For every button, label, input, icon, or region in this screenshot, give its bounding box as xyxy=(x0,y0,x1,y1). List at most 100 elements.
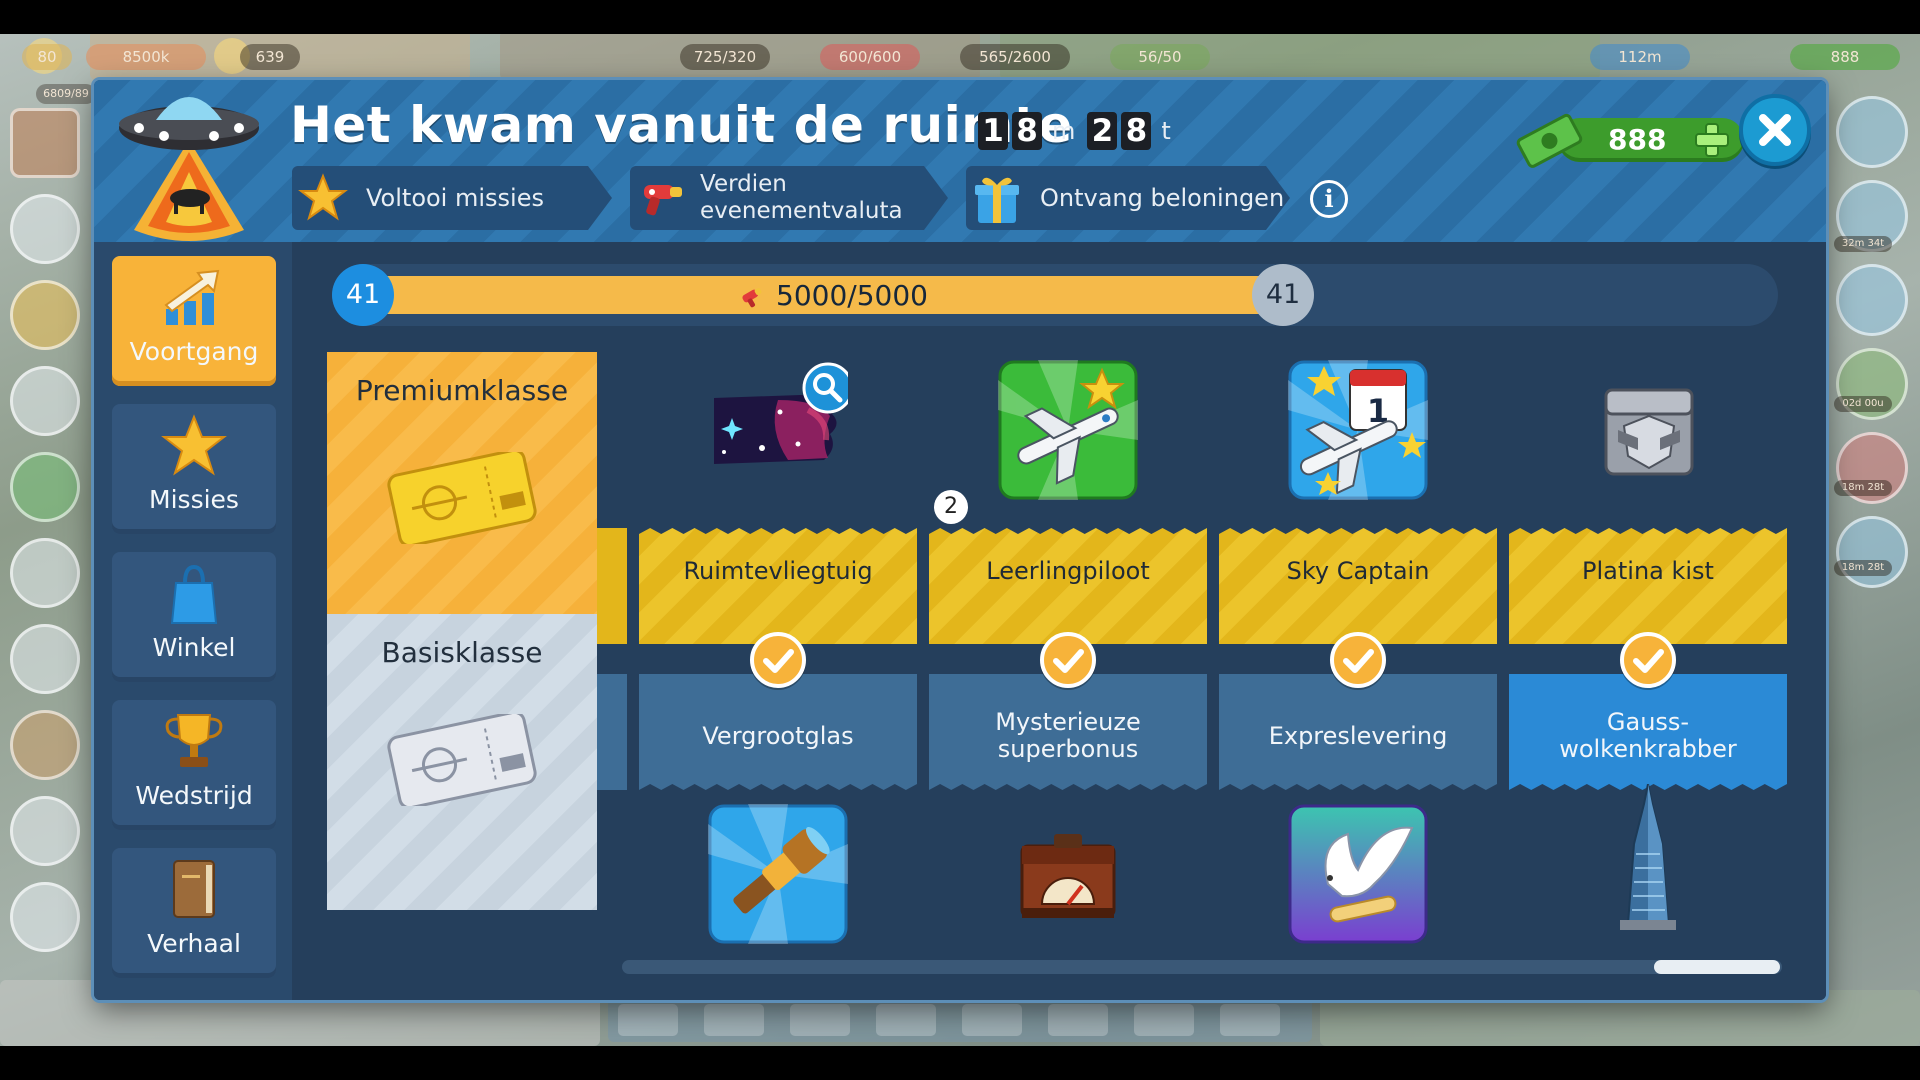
premium-reward-label: Ruimtevliegtuig xyxy=(683,557,873,585)
tab-missions-label: Missies xyxy=(149,485,239,514)
premium-reward-card[interactable]: Ruimtevliegtuig xyxy=(639,528,917,644)
box-icon[interactable] xyxy=(876,1004,936,1036)
spyglass-icon[interactable] xyxy=(708,804,848,944)
right-hud: 32m 34t 02d 00u 18m 28t 18m 28t xyxy=(1830,84,1920,944)
plane-icon[interactable] xyxy=(618,1004,678,1036)
gold-medal-icon[interactable] xyxy=(10,280,80,350)
complete-missions-button[interactable]: Voltooi missies xyxy=(292,166,612,230)
get-rewards-button[interactable]: Ontvang beloningen xyxy=(966,166,1290,230)
skyscraper-icon[interactable] xyxy=(1578,784,1718,944)
cart-icon[interactable] xyxy=(790,1004,850,1036)
resource-2-value: 600/600 xyxy=(820,44,920,70)
settings-icon[interactable] xyxy=(1220,1004,1280,1036)
complete-missions-label: Voltooi missies xyxy=(366,184,544,212)
progress-arrow-icon xyxy=(164,269,220,325)
dove-icon[interactable] xyxy=(1288,804,1428,944)
resource-3-value: 565/2600 xyxy=(960,44,1070,70)
people-icon[interactable] xyxy=(1134,1004,1194,1036)
leaf-icon[interactable] xyxy=(10,452,80,522)
plane-calendar-icon[interactable]: 1 xyxy=(1288,360,1428,500)
info-button[interactable]: i xyxy=(1310,180,1348,218)
crate-icon[interactable] xyxy=(10,710,80,780)
truck-icon[interactable] xyxy=(10,882,80,952)
close-button[interactable] xyxy=(1739,94,1811,166)
game-screen: 80 8500k 639 725/320 600/600 565/2600 56… xyxy=(0,0,1920,1080)
shop-icon[interactable] xyxy=(962,1004,1022,1036)
basic-reward-card[interactable]: Mysterieuze superbonus xyxy=(929,674,1207,790)
scrollbar-thumb[interactable] xyxy=(1654,960,1780,974)
reward-column: Leerlingpiloot Mysterieuze superbonus xyxy=(929,352,1207,952)
timer-digit: 8 xyxy=(1121,112,1152,150)
add-currency-icon[interactable] xyxy=(1692,120,1732,160)
jet-icon[interactable] xyxy=(1836,264,1908,336)
premium-reward-label: Sky Captain xyxy=(1286,557,1430,585)
event-title: Het kwam vanuit de ruimte xyxy=(290,96,1073,154)
basic-reward-label: Vergrootglas xyxy=(702,721,854,750)
gift-icon xyxy=(966,166,1028,230)
basic-class-panel: Basisklasse xyxy=(327,614,597,910)
currency-value: 888 xyxy=(1608,123,1667,156)
airport-tower-icon[interactable] xyxy=(1836,96,1908,168)
event-modal: Het kwam vanuit de ruimte 1 8 m 2 8 t Vo… xyxy=(94,80,1826,1000)
left-hud xyxy=(0,84,92,952)
progress-content: 41 41 5000/5000 Premiumklasse Basisklass… xyxy=(292,242,1826,1000)
tab-progress[interactable]: Voortgang xyxy=(112,256,276,386)
timer-unit: t xyxy=(1161,117,1171,145)
ray-gun-icon xyxy=(742,288,762,308)
wallet-icon[interactable] xyxy=(10,108,80,178)
basic-reward-label: Mysterieuze superbonus xyxy=(995,708,1141,763)
tab-shop[interactable]: Winkel xyxy=(112,552,276,682)
train-icon[interactable] xyxy=(10,366,80,436)
timer-3-value: 18m 28t xyxy=(1834,480,1892,496)
coins-value: 8500k xyxy=(86,44,206,70)
tab-story[interactable]: Verhaal xyxy=(112,848,276,978)
bottom-toolbar xyxy=(608,998,1312,1042)
basic-reward-card[interactable]: Vergrootglas xyxy=(639,674,917,790)
tab-progress-label: Voortgang xyxy=(129,337,259,366)
tab-shop-label: Winkel xyxy=(152,633,236,662)
premium-reward-label: Leerlingpiloot xyxy=(986,557,1150,585)
resource-1-value: 725/320 xyxy=(680,44,770,70)
ufo-icon[interactable] xyxy=(1836,516,1908,588)
timer-4-value: 18m 28t xyxy=(1834,560,1892,576)
get-rewards-label: Ontvang beloningen xyxy=(1040,184,1285,212)
earn-currency-button[interactable]: Verdien evenementvaluta xyxy=(630,166,948,230)
reward-column: Platina kist Gauss-wolkenkrabber xyxy=(1509,352,1787,952)
premium-reward-card[interactable]: Platina kist xyxy=(1509,528,1787,644)
level-start-badge: 41 xyxy=(332,264,394,326)
space-nebula-icon[interactable]: 2 xyxy=(708,360,968,524)
progress-value: 5000/5000 xyxy=(776,278,928,312)
resource-4-value: 56/50 xyxy=(1110,44,1210,70)
plane-icon[interactable] xyxy=(10,796,80,866)
timer-unit: m xyxy=(1052,117,1076,145)
top-resource-bar: 80 8500k 639 725/320 600/600 565/2600 56… xyxy=(0,36,1920,82)
gold-ticket-icon xyxy=(387,452,537,544)
ray-gun-icon xyxy=(630,166,692,230)
premium-reward-card[interactable]: Sky Captain xyxy=(1219,528,1497,644)
basic-reward-card[interactable]: Gauss-wolkenkrabber xyxy=(1509,674,1787,790)
tab-missions[interactable]: Missies xyxy=(112,404,276,534)
sword-icon[interactable] xyxy=(10,624,80,694)
mystery-box-icon[interactable] xyxy=(998,804,1138,944)
premium-class-panel: Premiumklasse xyxy=(327,352,597,648)
horizontal-scrollbar[interactable] xyxy=(622,960,1782,974)
plane-star-icon[interactable] xyxy=(998,360,1138,500)
reward-column: 1 Sky Captain Expreslevering xyxy=(1219,352,1497,952)
premium-reward-card[interactable]: Leerlingpiloot xyxy=(929,528,1207,644)
stadium-icon[interactable] xyxy=(10,538,80,608)
level-value: 80 xyxy=(22,44,72,70)
timer-1-value: 32m 34t xyxy=(1834,236,1892,252)
progress-bar: 41 41 5000/5000 xyxy=(332,264,1778,326)
basic-reward-label: Expreslevering xyxy=(1268,721,1448,750)
gem-icon[interactable] xyxy=(1048,1004,1108,1036)
tab-tournament[interactable]: Wedstrijd xyxy=(112,700,276,830)
currency-display: 888 xyxy=(1514,108,1764,172)
hangar-icon[interactable] xyxy=(704,1004,764,1036)
timer-2-value: 02d 00u xyxy=(1834,396,1892,412)
cash-icon xyxy=(1516,113,1583,168)
earn-currency-label: Verdien evenementvaluta xyxy=(700,171,903,224)
dna-icon[interactable] xyxy=(10,194,80,264)
close-icon xyxy=(1759,114,1791,146)
basic-reward-card[interactable]: Expreslevering xyxy=(1219,674,1497,790)
platinum-chest-icon[interactable] xyxy=(1578,360,1718,500)
